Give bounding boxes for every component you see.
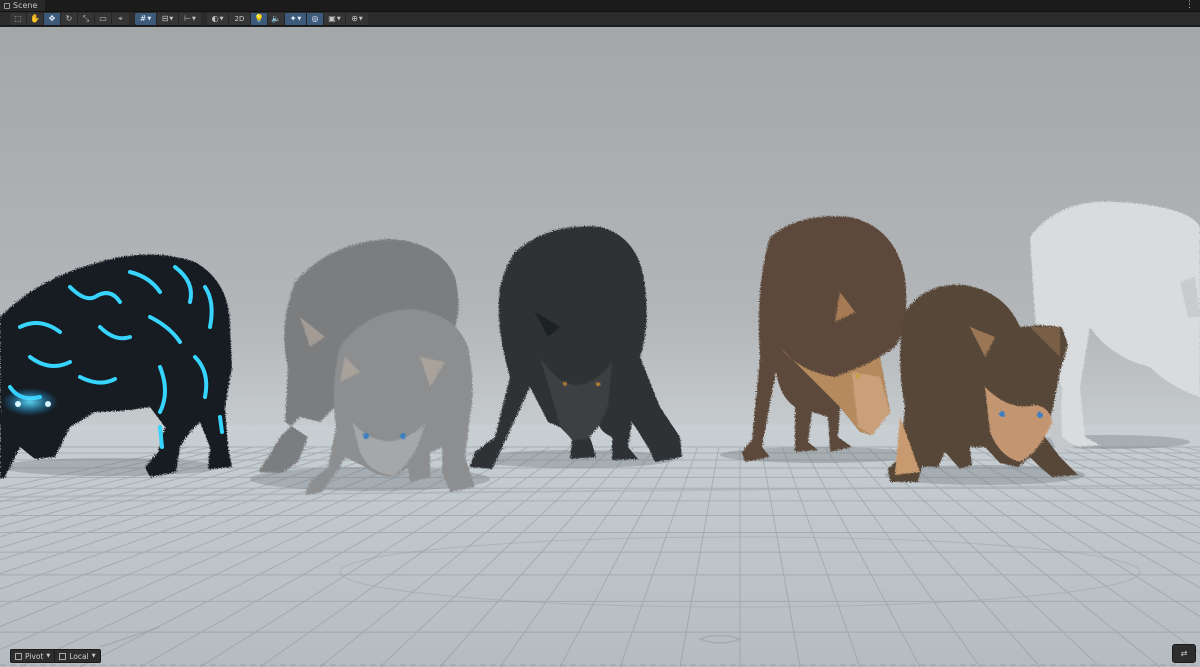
audio-toggle-button[interactable]: 🔈 — [268, 12, 285, 25]
view-tool-button[interactable]: ⬚ — [10, 12, 27, 25]
transform-tool-button[interactable]: ⌖ — [112, 13, 129, 25]
pivot-label: Pivot — [25, 651, 44, 661]
gizmos-button[interactable]: ⊕ ▼ — [346, 13, 368, 25]
chevron-down-icon: ▼ — [46, 653, 51, 659]
mode-2d-button[interactable]: 2D — [229, 12, 251, 25]
chevron-down-icon: ▼ — [297, 15, 302, 22]
lighting-toggle-button[interactable]: 💡 — [251, 12, 268, 25]
mode-2d-label: 2D — [234, 14, 245, 23]
ruler-icon: ⊢ — [184, 13, 192, 23]
grid-snap-icon: # — [139, 13, 147, 23]
rotate-tool-icon: ↻ — [65, 13, 73, 23]
rect-tool-icon: ▭ — [99, 13, 107, 23]
snap-tools-group: # ▼ ⊟ ▼ ⊢ ▼ — [135, 12, 201, 25]
scene-render — [0, 27, 1200, 667]
camera-settings-button[interactable]: ▣ ▼ — [324, 12, 346, 25]
rect-tool-button[interactable]: ▭ — [95, 12, 112, 25]
scene-tab[interactable]: Scene — [0, 0, 46, 11]
rotate-tool-button[interactable]: ↻ — [61, 12, 78, 25]
ruler-button[interactable]: ⊢ ▼ — [179, 13, 201, 25]
kebab-menu-icon[interactable]: ⋮ — [1185, 0, 1194, 11]
scene-editor-window: Scene ⋮ ⬚ ✋ ✥ ↻ ⤡ ▭ ⌖ # ▼ ⊟ ▼ ⊢ ▼ ◐ ▼ 2D 💡 🔈… — [0, 0, 1200, 667]
title-bar: Scene ⋮ — [0, 0, 1200, 12]
chevron-down-icon: ▼ — [336, 15, 341, 22]
transform-tools-group: ⬚ ✋ ✥ ↻ ⤡ ▭ ⌖ — [10, 12, 129, 25]
shading-mode-icon: ◐ — [211, 13, 219, 23]
chevron-down-icon: ▼ — [169, 15, 174, 22]
scene-viewport[interactable]: Pivot ▼ Local ▼ ⇄ — [0, 27, 1200, 667]
draw-mode-group: ◐ ▼ 2D 💡 🔈 ✦ ▼ ◎ ▣ ▼ ⊕ ▼ — [207, 12, 368, 25]
chevron-down-icon: ▼ — [219, 15, 224, 22]
view-options-button[interactable]: ⇄ — [1172, 644, 1196, 663]
view-tool-icon: ⬚ — [14, 13, 22, 23]
transform-tool-icon: ⌖ — [118, 13, 123, 23]
move-tool-button[interactable]: ✥ — [44, 12, 61, 25]
hidden-objects-button[interactable]: ◎ — [307, 12, 324, 25]
effects-toggle-button[interactable]: ✦ ▼ — [285, 12, 307, 25]
local-space-icon — [59, 652, 67, 660]
pivot-toolbar: Pivot ▼ Local ▼ — [10, 649, 101, 663]
scene-tab-label: Scene — [13, 1, 38, 10]
effects-icon: ✦ — [289, 13, 297, 23]
move-tool-icon: ✥ — [48, 13, 56, 23]
hand-tool-icon: ✋ — [30, 13, 40, 23]
view-options-icon: ⇄ — [1180, 649, 1188, 658]
pivot-dropdown[interactable]: Pivot ▼ — [11, 650, 56, 662]
eye-slash-icon: ◎ — [311, 13, 319, 23]
lightbulb-icon: 💡 — [254, 13, 264, 23]
camera-icon: ▣ — [328, 13, 336, 23]
speaker-icon: 🔈 — [271, 13, 281, 23]
chevron-down-icon: ▼ — [147, 15, 152, 22]
increment-snap-icon: ⊟ — [161, 13, 169, 23]
chevron-down-icon: ▼ — [91, 653, 96, 659]
scale-tool-button[interactable]: ⤡ — [78, 12, 95, 25]
scene-toolbar: ⬚ ✋ ✥ ↻ ⤡ ▭ ⌖ # ▼ ⊟ ▼ ⊢ ▼ ◐ ▼ 2D 💡 🔈 ✦ ▼ ◎ ▣ ▼… — [0, 12, 1200, 26]
pivot-icon — [15, 652, 22, 660]
scale-tool-icon: ⤡ — [82, 13, 90, 23]
chevron-down-icon: ▼ — [192, 15, 196, 22]
increment-snap-button[interactable]: ⊟ ▼ — [157, 12, 179, 25]
scene-icon — [4, 2, 10, 9]
gizmo-globe-icon: ⊕ — [351, 13, 358, 23]
chevron-down-icon: ▼ — [358, 15, 363, 22]
hand-tool-button[interactable]: ✋ — [27, 12, 44, 25]
shading-mode-button[interactable]: ◐ ▼ — [207, 12, 229, 25]
local-dropdown[interactable]: Local ▼ — [55, 650, 99, 662]
grid-snap-button[interactable]: # ▼ — [135, 12, 157, 25]
local-label: Local — [69, 651, 89, 661]
